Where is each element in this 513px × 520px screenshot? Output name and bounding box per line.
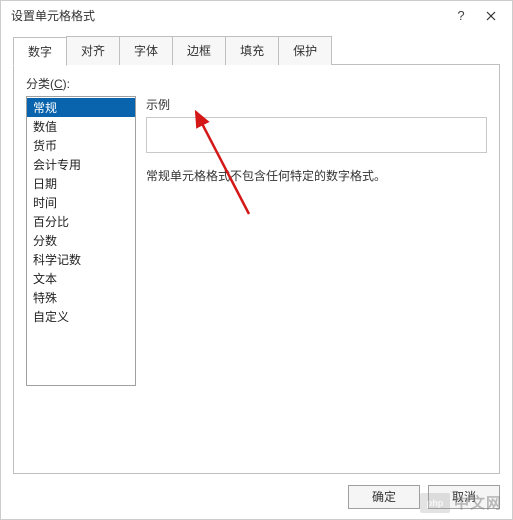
list-item[interactable]: 文本 xyxy=(27,269,135,288)
tab-strip: 数字 对齐 字体 边框 填充 保护 xyxy=(13,36,500,65)
example-label: 示例 xyxy=(146,96,487,113)
list-item[interactable]: 百分比 xyxy=(27,212,135,231)
tab-fill[interactable]: 填充 xyxy=(225,36,279,65)
close-button[interactable] xyxy=(476,4,506,28)
tab-border[interactable]: 边框 xyxy=(172,36,226,65)
tab-alignment[interactable]: 对齐 xyxy=(66,36,120,65)
ok-button[interactable]: 确定 xyxy=(348,485,420,509)
cancel-button[interactable]: 取消 xyxy=(428,485,500,509)
tab-protection[interactable]: 保护 xyxy=(278,36,332,65)
number-panel: 分类(C): 常规 数值 货币 会计专用 日期 时间 百分比 分数 科学记数 文… xyxy=(13,64,500,474)
panel-columns: 常规 数值 货币 会计专用 日期 时间 百分比 分数 科学记数 文本 特殊 自定… xyxy=(26,96,487,386)
list-item[interactable]: 科学记数 xyxy=(27,250,135,269)
list-item[interactable]: 分数 xyxy=(27,231,135,250)
list-item[interactable]: 自定义 xyxy=(27,307,135,326)
list-item[interactable]: 货币 xyxy=(27,136,135,155)
category-listbox[interactable]: 常规 数值 货币 会计专用 日期 时间 百分比 分数 科学记数 文本 特殊 自定… xyxy=(26,96,136,386)
tab-font[interactable]: 字体 xyxy=(119,36,173,65)
dialog-footer: 确定 取消 php 中文网 xyxy=(1,474,512,519)
list-item[interactable]: 日期 xyxy=(27,174,135,193)
help-icon: ? xyxy=(457,8,464,23)
format-description: 常规单元格格式不包含任何特定的数字格式。 xyxy=(146,167,487,184)
example-box xyxy=(146,117,487,153)
tab-number[interactable]: 数字 xyxy=(13,37,67,66)
close-icon xyxy=(486,11,496,21)
category-label: 分类(C): xyxy=(26,75,487,92)
list-item[interactable]: 数值 xyxy=(27,117,135,136)
format-cells-dialog: 设置单元格格式 ? 数字 对齐 字体 边框 填充 保护 分类(C): 常规 数值… xyxy=(0,0,513,520)
list-item[interactable]: 时间 xyxy=(27,193,135,212)
right-column: 示例 常规单元格格式不包含任何特定的数字格式。 xyxy=(146,96,487,386)
list-item[interactable]: 特殊 xyxy=(27,288,135,307)
list-item[interactable]: 常规 xyxy=(27,98,135,117)
window-title: 设置单元格格式 xyxy=(11,7,446,24)
list-item[interactable]: 会计专用 xyxy=(27,155,135,174)
content-area: 数字 对齐 字体 边框 填充 保护 分类(C): 常规 数值 货币 会计专用 日… xyxy=(1,30,512,474)
titlebar: 设置单元格格式 ? xyxy=(1,1,512,30)
help-button[interactable]: ? xyxy=(446,4,476,28)
